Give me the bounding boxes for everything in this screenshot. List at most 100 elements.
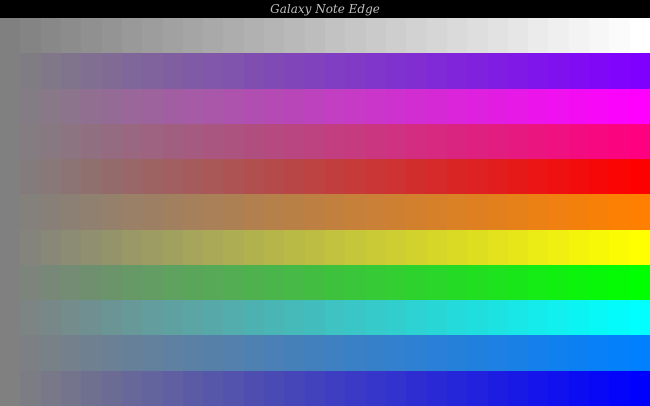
gradient-step bbox=[183, 300, 203, 335]
gradient-step bbox=[41, 124, 61, 159]
gradient-step bbox=[569, 265, 589, 300]
gradient-step bbox=[122, 53, 142, 89]
gradient-step bbox=[528, 159, 548, 194]
gradient-step bbox=[41, 89, 61, 124]
gradient-step bbox=[264, 300, 284, 335]
gradient-step bbox=[183, 53, 203, 89]
gradient-step bbox=[223, 230, 244, 265]
gradient-step bbox=[244, 53, 264, 89]
gradient-step bbox=[508, 159, 528, 194]
gradient-step bbox=[203, 265, 223, 300]
gradient-step bbox=[0, 18, 20, 53]
gradient-step bbox=[569, 194, 589, 230]
gradient-step bbox=[244, 371, 264, 406]
gradient-step bbox=[609, 194, 630, 230]
gradient-step bbox=[548, 124, 569, 159]
gradient-step bbox=[386, 335, 406, 371]
gradient-step bbox=[163, 53, 183, 89]
gradient-step bbox=[366, 300, 386, 335]
gradient-step bbox=[386, 265, 406, 300]
gradient-step bbox=[20, 335, 41, 371]
gradient-step bbox=[81, 194, 102, 230]
gradient-step bbox=[366, 335, 386, 371]
gradient-step bbox=[142, 18, 163, 53]
gradient-step bbox=[244, 230, 264, 265]
gradient-step bbox=[20, 371, 41, 406]
gradient-step bbox=[609, 265, 630, 300]
gradient-step bbox=[183, 194, 203, 230]
gradient-step bbox=[284, 89, 305, 124]
gradient-step bbox=[81, 230, 102, 265]
gradient-step bbox=[508, 300, 528, 335]
gradient-step bbox=[609, 300, 630, 335]
gradient-step bbox=[488, 18, 508, 53]
gradient-step bbox=[81, 335, 102, 371]
gradient-step bbox=[244, 265, 264, 300]
gradient-band-gray-to-white bbox=[0, 18, 650, 53]
gradient-step bbox=[284, 53, 305, 89]
gradient-step bbox=[345, 265, 366, 300]
gradient-step bbox=[427, 18, 447, 53]
gradient-step bbox=[630, 89, 650, 124]
gradient-step bbox=[548, 194, 569, 230]
gradient-step bbox=[183, 230, 203, 265]
gradient-step bbox=[122, 124, 142, 159]
gradient-step bbox=[528, 371, 548, 406]
gradient-band-gray-to-rose bbox=[0, 124, 650, 159]
gradient-step bbox=[386, 53, 406, 89]
gradient-step bbox=[386, 124, 406, 159]
gradient-step bbox=[325, 265, 345, 300]
gradient-step bbox=[548, 300, 569, 335]
gradient-step bbox=[20, 124, 41, 159]
gradient-step bbox=[406, 124, 427, 159]
gradient-step bbox=[467, 89, 488, 124]
gradient-step bbox=[20, 230, 41, 265]
gradient-step bbox=[223, 53, 244, 89]
gradient-step bbox=[203, 124, 223, 159]
gradient-step bbox=[508, 18, 528, 53]
gradient-step bbox=[41, 53, 61, 89]
gradient-step bbox=[102, 18, 122, 53]
gradient-step bbox=[203, 194, 223, 230]
gradient-step bbox=[142, 371, 163, 406]
gradient-step bbox=[427, 265, 447, 300]
gradient-step bbox=[406, 300, 427, 335]
gradient-step bbox=[325, 194, 345, 230]
gradient-step bbox=[609, 53, 630, 89]
gradient-step bbox=[223, 300, 244, 335]
gradient-step bbox=[325, 230, 345, 265]
gradient-step bbox=[305, 124, 325, 159]
gradient-step bbox=[386, 230, 406, 265]
gradient-step bbox=[305, 335, 325, 371]
gradient-step bbox=[264, 124, 284, 159]
gradient-step bbox=[589, 371, 609, 406]
gradient-step bbox=[447, 300, 467, 335]
gradient-step bbox=[609, 18, 630, 53]
gradient-step bbox=[569, 53, 589, 89]
gradient-step bbox=[589, 300, 609, 335]
gradient-step bbox=[61, 89, 81, 124]
gradient-step bbox=[447, 371, 467, 406]
gradient-step bbox=[467, 124, 488, 159]
display-test-screen: Galaxy Note Edge bbox=[0, 0, 650, 406]
gradient-step bbox=[467, 265, 488, 300]
gradient-step bbox=[122, 230, 142, 265]
gradient-step bbox=[427, 230, 447, 265]
gradient-band-gray-to-violet bbox=[0, 53, 650, 89]
gradient-step bbox=[102, 89, 122, 124]
gradient-step bbox=[223, 124, 244, 159]
gradient-step bbox=[0, 194, 20, 230]
gradient-step bbox=[609, 230, 630, 265]
gradient-step bbox=[406, 335, 427, 371]
gradient-step bbox=[81, 371, 102, 406]
gradient-step bbox=[264, 371, 284, 406]
gradient-step bbox=[508, 230, 528, 265]
gradient-step bbox=[447, 89, 467, 124]
gradient-step bbox=[305, 53, 325, 89]
gradient-step bbox=[508, 265, 528, 300]
gradient-step bbox=[528, 300, 548, 335]
gradient-band-gray-to-blue bbox=[0, 371, 650, 406]
gradient-step bbox=[183, 265, 203, 300]
gradient-step bbox=[244, 124, 264, 159]
gradient-step bbox=[61, 265, 81, 300]
